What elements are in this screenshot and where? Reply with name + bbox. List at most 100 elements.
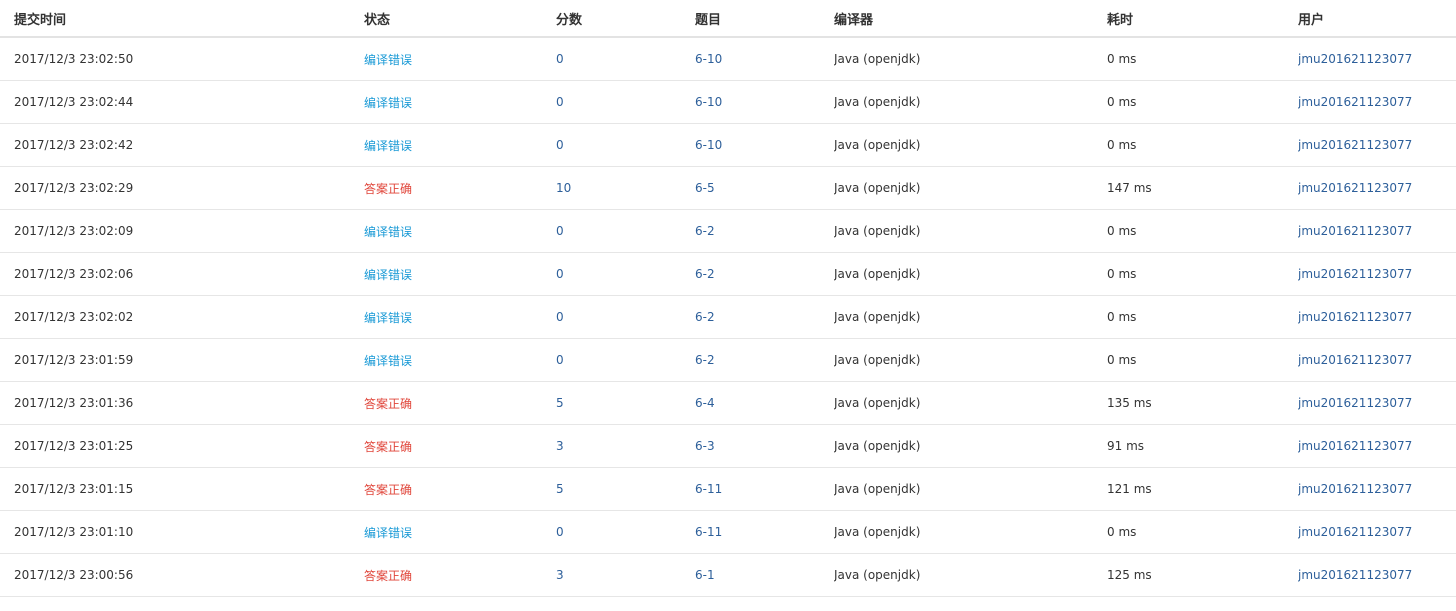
user-link[interactable]: jmu201621123077 <box>1298 310 1412 324</box>
header-elapsed[interactable]: 耗时 <box>1107 9 1298 28</box>
submit-time: 2017/12/3 23:02:50 <box>14 52 134 66</box>
table-row: 2017/12/3 23:01:36 答案正确 5 6-4 Java (open… <box>0 382 1456 425</box>
table-body: 2017/12/3 23:02:50 编译错误 0 6-10 Java (ope… <box>0 38 1456 597</box>
elapsed-time: 0 ms <box>1107 353 1137 367</box>
table-row: 2017/12/3 23:02:06 编译错误 0 6-2 Java (open… <box>0 253 1456 296</box>
elapsed-time: 125 ms <box>1107 568 1152 582</box>
user-link[interactable]: jmu201621123077 <box>1298 138 1412 152</box>
elapsed-time: 147 ms <box>1107 181 1152 195</box>
table-row: 2017/12/3 23:02:29 答案正确 10 6-5 Java (ope… <box>0 167 1456 210</box>
status-link[interactable]: 答案正确 <box>364 569 412 583</box>
score-link[interactable]: 10 <box>556 181 571 195</box>
elapsed-time: 0 ms <box>1107 267 1137 281</box>
user-link[interactable]: jmu201621123077 <box>1298 396 1412 410</box>
compiler-name: Java (openjdk) <box>834 310 921 324</box>
submit-time: 2017/12/3 23:02:06 <box>14 267 134 281</box>
status-link[interactable]: 编译错误 <box>364 311 412 325</box>
score-link[interactable]: 0 <box>556 138 564 152</box>
status-link[interactable]: 编译错误 <box>364 354 412 368</box>
compiler-name: Java (openjdk) <box>834 224 921 238</box>
submit-time: 2017/12/3 23:02:09 <box>14 224 134 238</box>
user-link[interactable]: jmu201621123077 <box>1298 267 1412 281</box>
problem-link[interactable]: 6-4 <box>695 396 715 410</box>
table-row: 2017/12/3 23:02:09 编译错误 0 6-2 Java (open… <box>0 210 1456 253</box>
user-link[interactable]: jmu201621123077 <box>1298 482 1412 496</box>
table-row: 2017/12/3 23:02:42 编译错误 0 6-10 Java (ope… <box>0 124 1456 167</box>
score-link[interactable]: 3 <box>556 439 564 453</box>
status-link[interactable]: 编译错误 <box>364 53 412 67</box>
elapsed-time: 0 ms <box>1107 224 1137 238</box>
submit-time: 2017/12/3 23:02:02 <box>14 310 134 324</box>
user-link[interactable]: jmu201621123077 <box>1298 224 1412 238</box>
status-link[interactable]: 编译错误 <box>364 139 412 153</box>
problem-link[interactable]: 6-2 <box>695 267 715 281</box>
elapsed-time: 0 ms <box>1107 52 1137 66</box>
table-row: 2017/12/3 23:02:44 编译错误 0 6-10 Java (ope… <box>0 81 1456 124</box>
score-link[interactable]: 0 <box>556 267 564 281</box>
score-link[interactable]: 5 <box>556 482 564 496</box>
user-link[interactable]: jmu201621123077 <box>1298 181 1412 195</box>
header-problem[interactable]: 题目 <box>695 9 834 28</box>
table-row: 2017/12/3 23:01:25 答案正确 3 6-3 Java (open… <box>0 425 1456 468</box>
score-link[interactable]: 0 <box>556 95 564 109</box>
submit-time: 2017/12/3 23:02:44 <box>14 95 134 109</box>
problem-link[interactable]: 6-11 <box>695 525 722 539</box>
elapsed-time: 121 ms <box>1107 482 1152 496</box>
header-user[interactable]: 用户 <box>1298 9 1456 28</box>
score-link[interactable]: 0 <box>556 52 564 66</box>
problem-link[interactable]: 6-10 <box>695 52 722 66</box>
status-link[interactable]: 答案正确 <box>364 182 412 196</box>
problem-link[interactable]: 6-2 <box>695 310 715 324</box>
status-link[interactable]: 编译错误 <box>364 526 412 540</box>
elapsed-time: 0 ms <box>1107 95 1137 109</box>
problem-link[interactable]: 6-1 <box>695 568 715 582</box>
compiler-name: Java (openjdk) <box>834 353 921 367</box>
user-link[interactable]: jmu201621123077 <box>1298 568 1412 582</box>
problem-link[interactable]: 6-2 <box>695 353 715 367</box>
header-status[interactable]: 状态 <box>364 9 556 28</box>
status-link[interactable]: 答案正确 <box>364 440 412 454</box>
status-link[interactable]: 答案正确 <box>364 397 412 411</box>
problem-link[interactable]: 6-3 <box>695 439 715 453</box>
user-link[interactable]: jmu201621123077 <box>1298 95 1412 109</box>
submissions-table: 提交时间 状态 分数 题目 编译器 耗时 用户 2017/12/3 23:02:… <box>0 0 1456 597</box>
status-link[interactable]: 编译错误 <box>364 225 412 239</box>
score-link[interactable]: 5 <box>556 396 564 410</box>
compiler-name: Java (openjdk) <box>834 267 921 281</box>
score-link[interactable]: 0 <box>556 353 564 367</box>
compiler-name: Java (openjdk) <box>834 482 921 496</box>
elapsed-time: 0 ms <box>1107 138 1137 152</box>
problem-link[interactable]: 6-5 <box>695 181 715 195</box>
score-link[interactable]: 0 <box>556 525 564 539</box>
table-row: 2017/12/3 23:00:56 答案正确 3 6-1 Java (open… <box>0 554 1456 597</box>
header-submit-time[interactable]: 提交时间 <box>0 9 364 28</box>
user-link[interactable]: jmu201621123077 <box>1298 52 1412 66</box>
submit-time: 2017/12/3 23:01:25 <box>14 439 134 453</box>
problem-link[interactable]: 6-10 <box>695 95 722 109</box>
submit-time: 2017/12/3 23:01:10 <box>14 525 134 539</box>
score-link[interactable]: 0 <box>556 310 564 324</box>
status-link[interactable]: 答案正确 <box>364 483 412 497</box>
compiler-name: Java (openjdk) <box>834 52 921 66</box>
user-link[interactable]: jmu201621123077 <box>1298 439 1412 453</box>
user-link[interactable]: jmu201621123077 <box>1298 353 1412 367</box>
header-compiler[interactable]: 编译器 <box>834 9 1107 28</box>
submit-time: 2017/12/3 23:01:36 <box>14 396 134 410</box>
compiler-name: Java (openjdk) <box>834 396 921 410</box>
user-link[interactable]: jmu201621123077 <box>1298 525 1412 539</box>
problem-link[interactable]: 6-2 <box>695 224 715 238</box>
problem-link[interactable]: 6-10 <box>695 138 722 152</box>
score-link[interactable]: 0 <box>556 224 564 238</box>
score-link[interactable]: 3 <box>556 568 564 582</box>
elapsed-time: 91 ms <box>1107 439 1145 453</box>
submit-time: 2017/12/3 23:00:56 <box>14 568 134 582</box>
status-link[interactable]: 编译错误 <box>364 268 412 282</box>
table-row: 2017/12/3 23:02:50 编译错误 0 6-10 Java (ope… <box>0 38 1456 81</box>
status-link[interactable]: 编译错误 <box>364 96 412 110</box>
submit-time: 2017/12/3 23:02:42 <box>14 138 134 152</box>
header-score[interactable]: 分数 <box>556 9 695 28</box>
compiler-name: Java (openjdk) <box>834 525 921 539</box>
compiler-name: Java (openjdk) <box>834 568 921 582</box>
problem-link[interactable]: 6-11 <box>695 482 722 496</box>
submit-time: 2017/12/3 23:01:59 <box>14 353 134 367</box>
